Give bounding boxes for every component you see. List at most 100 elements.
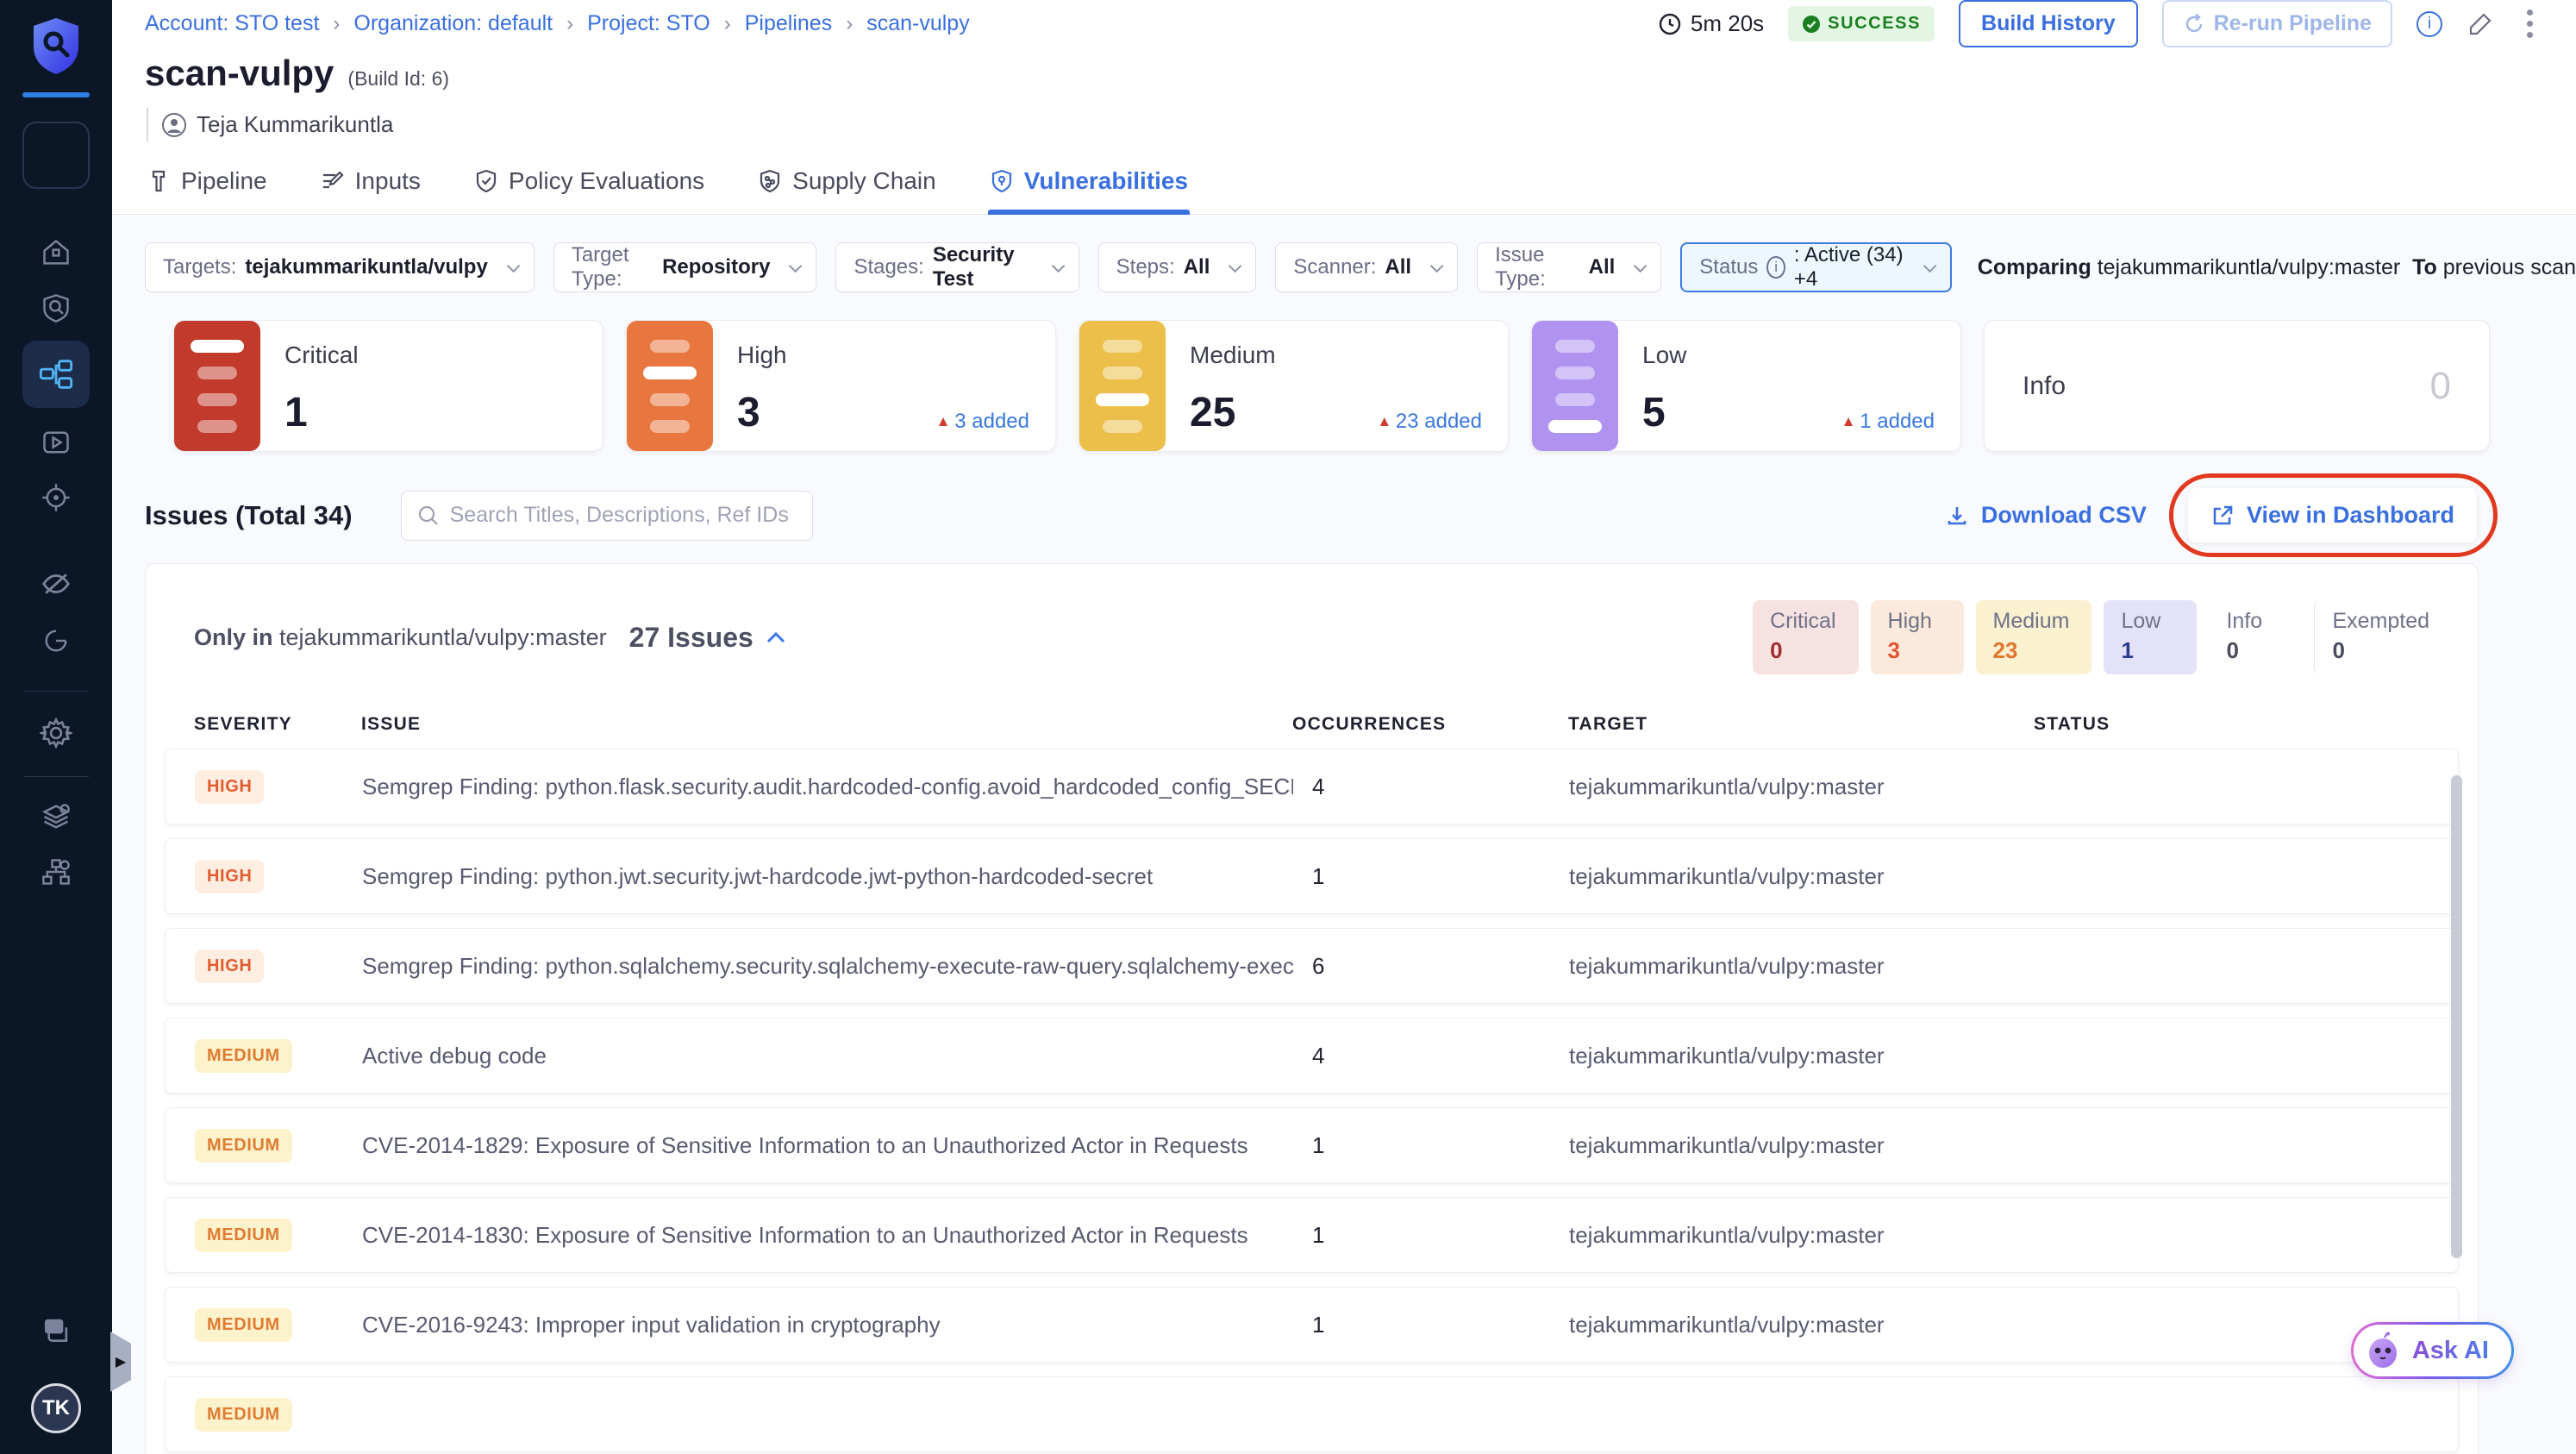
issue-occurrences: 4 — [1312, 1042, 1325, 1069]
breadcrumb-separator: › — [846, 11, 853, 35]
card-label: Medium — [1190, 342, 1276, 368]
app-window: ? TK ▶ Account: STO test › Organization: … — [0, 0, 2576, 1454]
issues-panel: Only in tejakummarikuntla/vulpy:master 2… — [145, 563, 2479, 1454]
issue-row[interactable]: MEDIUM — [165, 1376, 2459, 1452]
summary-card-critical[interactable]: Critical 1 — [173, 320, 603, 452]
tab-policy-evaluations[interactable]: Policy Evaluations — [472, 160, 706, 214]
issue-title: CVE-2016-9243: Improper input validation… — [362, 1311, 941, 1338]
breadcrumb-account[interactable]: Account: STO test — [145, 11, 319, 36]
severity-summary-cards: Critical 1 High 33 added Medium 2523 a — [112, 320, 2576, 452]
breadcrumb-pipelines[interactable]: Pipelines — [745, 11, 832, 36]
pipelines-icon[interactable] — [22, 341, 90, 408]
chevron-down-icon — [1923, 259, 1937, 273]
breadcrumb-separator: › — [566, 11, 574, 35]
inputs-icon — [322, 171, 344, 189]
get-started-icon[interactable] — [37, 622, 75, 660]
severity-badge: MEDIUM — [195, 1397, 292, 1432]
card-added: 23 added — [1377, 410, 1482, 434]
pipeline-icon — [152, 170, 166, 192]
issue-row[interactable]: HIGH Semgrep Finding: python.sqlalchemy.… — [165, 928, 2459, 1004]
chip-critical[interactable]: Critical 0 — [1753, 600, 1859, 674]
info-icon[interactable]: i — [2417, 10, 2442, 37]
ask-ai-button[interactable]: Ask AI — [2350, 1322, 2514, 1379]
edit-pencil-icon[interactable] — [2467, 10, 2494, 38]
help-chat-icon[interactable]: ? — [37, 1313, 75, 1351]
build-history-button[interactable]: Build History — [1959, 0, 2138, 47]
breadcrumb-org[interactable]: Organization: default — [353, 11, 553, 36]
vulnerabilities-icon — [991, 169, 1011, 193]
issue-row[interactable]: MEDIUM CVE-2016-9243: Improper input val… — [165, 1287, 2459, 1363]
breadcrumb-project[interactable]: Project: STO — [587, 11, 710, 36]
issue-row[interactable]: MEDIUM CVE-2014-1829: Exposure of Sensit… — [165, 1107, 2459, 1183]
search-input[interactable] — [449, 503, 797, 528]
chip-low[interactable]: Low 1 — [2104, 600, 2198, 674]
breadcrumb-separator: › — [333, 11, 341, 35]
org-settings-icon[interactable] — [37, 853, 75, 891]
filter-targets[interactable]: Targets: tejakummarikuntla/vulpy — [145, 242, 535, 292]
view-in-dashboard-button[interactable]: View in Dashboard — [2168, 473, 2498, 557]
clock-icon — [1659, 13, 1681, 34]
group-count-toggle[interactable]: 27 Issues — [629, 622, 786, 654]
check-circle-icon — [1803, 15, 1821, 33]
card-label: Low — [1642, 342, 1687, 368]
issue-row[interactable]: HIGH Semgrep Finding: python.jwt.securit… — [165, 838, 2459, 914]
filter-target-type[interactable]: Target Type: Repository — [553, 242, 817, 292]
issue-row[interactable]: MEDIUM CVE-2014-1830: Exposure of Sensit… — [165, 1197, 2459, 1273]
chip-info[interactable]: Info 0 — [2209, 600, 2302, 674]
issue-row[interactable]: MEDIUM Active debug code 4 tejakummariku… — [165, 1018, 2459, 1094]
issues-search[interactable] — [400, 490, 813, 541]
executions-icon[interactable] — [37, 423, 75, 461]
card-count: 25 — [1190, 390, 1236, 436]
card-count: 5 — [1642, 390, 1666, 436]
filter-steps[interactable]: Steps: All — [1097, 242, 1257, 292]
issue-occurrences: 1 — [1312, 1131, 1325, 1158]
issues-group-header: Only in tejakummarikuntla/vulpy:master 2… — [146, 600, 2478, 674]
filter-bar: Targets: tejakummarikuntla/vulpy Target T… — [112, 242, 2576, 292]
exemptions-icon[interactable] — [37, 565, 75, 603]
summary-card-high[interactable]: High 3 3 added — [626, 320, 1056, 452]
filter-status[interactable]: Status i: Active (34) +4 — [1680, 242, 1952, 292]
build-duration: 5m 20s — [1658, 10, 1764, 37]
summary-card-low[interactable]: Low 5 1 added — [1531, 320, 1961, 452]
summary-card-medium[interactable]: Medium 25 23 added — [1079, 320, 1509, 452]
sto-logo[interactable] — [28, 16, 84, 80]
tab-vulnerabilities[interactable]: Vulnerabilities — [987, 160, 1191, 215]
severity-badge: HIGH — [195, 859, 265, 893]
card-label: Critical — [284, 342, 359, 368]
home-icon[interactable] — [37, 234, 75, 272]
issue-target: tejakummarikuntla/vulpy:master — [1569, 1131, 1885, 1158]
severity-strip — [1532, 321, 1618, 451]
download-csv-button[interactable]: Download CSV — [1945, 502, 2147, 529]
chip-medium[interactable]: Medium 23 — [1975, 600, 2092, 674]
user-avatar[interactable]: TK — [31, 1383, 81, 1433]
issue-row[interactable]: HIGH Semgrep Finding: python.flask.secur… — [165, 749, 2459, 824]
filter-scanner[interactable]: Scanner: All — [1275, 242, 1459, 292]
card-count: 0 — [2429, 364, 2451, 407]
tab-pipeline[interactable]: Pipeline — [145, 160, 269, 214]
rerun-pipeline-button[interactable]: Re-run Pipeline — [2161, 0, 2392, 47]
filter-issue-type[interactable]: Issue Type: All — [1477, 242, 1662, 292]
chip-exempted[interactable]: Exempted 0 — [2314, 600, 2452, 674]
chip-high[interactable]: High 3 — [1870, 600, 1964, 674]
summary-card-info[interactable]: Info 0 — [1984, 320, 2490, 452]
refresh-icon — [2185, 13, 2202, 32]
tab-supply-chain[interactable]: Supply Chain — [756, 160, 938, 214]
logo-divider — [22, 92, 90, 97]
table-scrollbar-thumb[interactable] — [2451, 775, 2462, 1258]
breadcrumb-current[interactable]: scan-vulpy — [866, 11, 970, 36]
search-icon — [418, 505, 438, 525]
shield-search-icon[interactable] — [37, 289, 75, 327]
issue-target: tejakummarikuntla/vulpy:master — [1569, 862, 1885, 889]
more-options-menu-icon[interactable] — [2518, 6, 2542, 41]
severity-badge: MEDIUM — [195, 1307, 292, 1342]
issue-target: tejakummarikuntla/vulpy:master — [1569, 1221, 1885, 1248]
settings-icon[interactable] — [37, 714, 75, 752]
layers-settings-icon[interactable] — [37, 798, 75, 836]
module-selector-icon[interactable] — [22, 122, 90, 189]
severity-badge: MEDIUM — [195, 1038, 292, 1073]
page-title: scan-vulpy — [145, 53, 335, 93]
tab-inputs[interactable]: Inputs — [319, 160, 422, 214]
download-icon — [1948, 506, 1966, 524]
filter-stages[interactable]: Stages: Security Test — [835, 242, 1079, 292]
targets-icon[interactable] — [37, 479, 75, 517]
